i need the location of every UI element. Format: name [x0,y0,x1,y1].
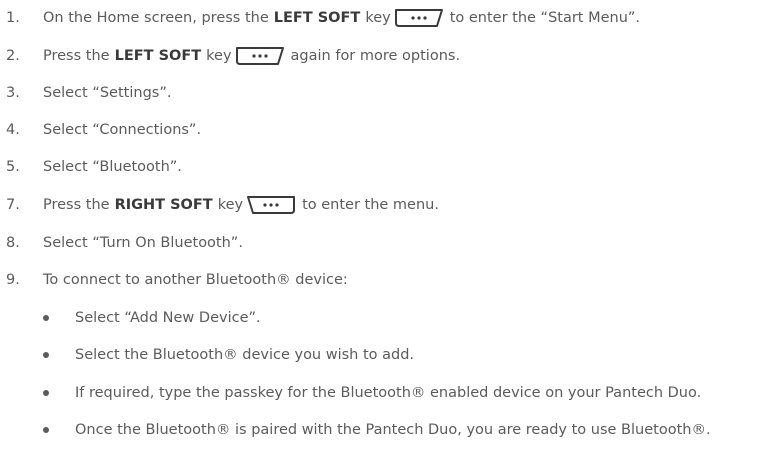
step-number: 1. [6,10,20,26]
left-soft-key-icon [235,47,284,65]
step-text: Select “Turn On Bluetooth”. [43,235,243,251]
step-text: to enter the “Start Menu”. [449,10,641,26]
list-item: Select “Add New Device”. [43,306,261,330]
bullet-icon [43,390,49,396]
step-text: to enter the menu. [302,197,439,213]
step-text: Press the [43,197,110,213]
bullet-text: Select “Add New Device”. [75,310,261,326]
step-text: again for more options. [290,48,461,64]
key-name: RIGHT SOFT [114,197,213,213]
key-name: LEFT SOFT [273,10,361,26]
right-soft-key-icon [247,196,296,214]
step-text: key [206,48,232,64]
instruction-page: 1. On the Home screen, press the LEFT SO… [0,0,780,458]
step-number: 9. [6,272,20,288]
step-text: Select “Bluetooth”. [43,159,182,175]
bullet-icon [43,427,49,433]
bullet-icon [43,352,49,358]
list-item: If required, type the passkey for the Bl… [43,381,701,405]
list-item: Select the Bluetooth® device you wish to… [43,343,414,367]
bullet-icon [43,315,49,321]
step-text: key [365,10,391,26]
step-text: To connect to another Bluetooth® device: [43,272,348,288]
step-number: 7. [6,197,20,213]
list-item: Once the Bluetooth® is paired with the P… [43,418,711,442]
step-text: key [217,197,244,213]
step-text: Select “Settings”. [43,85,172,101]
left-soft-key-icon [394,9,443,27]
step-text: Select “Connections”. [43,122,202,138]
step-number: 5. [6,159,20,175]
step-number: 4. [6,122,20,138]
bullet-text: If required, type the passkey for the Bl… [75,385,702,401]
step-text: Press the [43,48,110,64]
bullet-text: Select the Bluetooth® device you wish to… [75,347,415,363]
step-number: 8. [6,235,20,251]
step-number: 2. [6,48,20,64]
step-text: On the Home screen, press the [43,10,269,26]
bullet-text: Once the Bluetooth® is paired with the P… [75,422,711,438]
key-name: LEFT SOFT [114,48,202,64]
step-number: 3. [6,85,20,101]
